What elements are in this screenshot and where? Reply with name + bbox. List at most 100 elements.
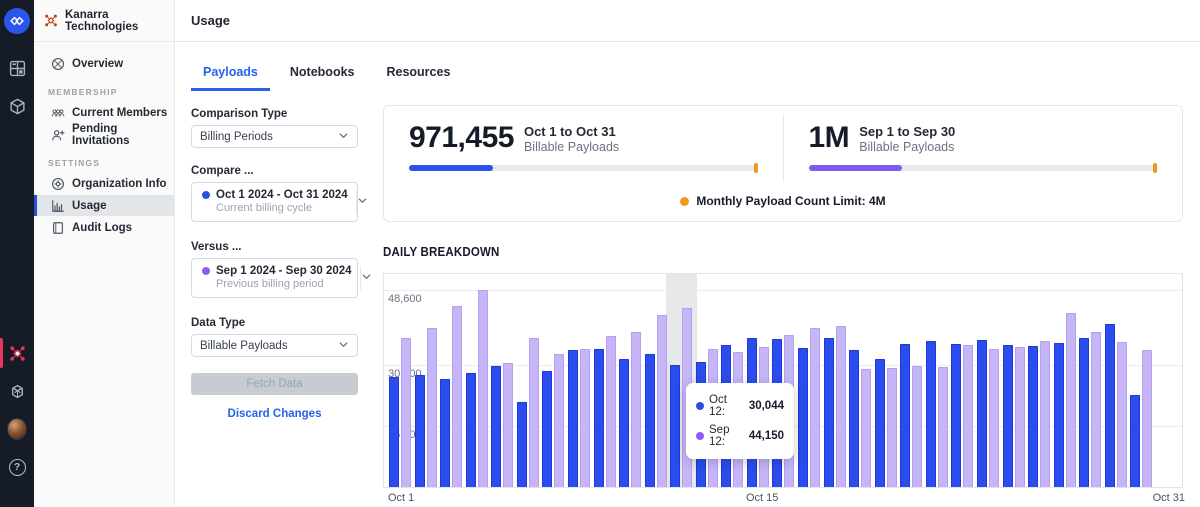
bar-oct-1[interactable] xyxy=(389,377,399,487)
day-slot-oct-30[interactable] xyxy=(1130,274,1156,487)
bar-oct-2[interactable] xyxy=(415,375,425,487)
bar-oct-30[interactable] xyxy=(1130,395,1140,488)
org-network-icon[interactable] xyxy=(7,343,27,363)
bar-oct-19[interactable] xyxy=(849,350,859,487)
bar-sep-7[interactable] xyxy=(554,354,564,487)
day-slot-oct-21[interactable] xyxy=(900,274,926,487)
bar-sep-28[interactable] xyxy=(1091,332,1101,487)
day-slot-oct-22[interactable] xyxy=(926,274,952,487)
day-slot-oct-29[interactable] xyxy=(1105,274,1131,487)
org-header[interactable]: Kanarra Technologies xyxy=(34,0,174,42)
bar-sep-5[interactable] xyxy=(503,363,513,487)
comparison-type-select[interactable]: Billing Periods xyxy=(191,125,358,148)
bar-sep-18[interactable] xyxy=(836,326,846,487)
bar-sep-27[interactable] xyxy=(1066,313,1076,487)
bar-sep-10[interactable] xyxy=(631,332,641,487)
sidebar-item-overview[interactable]: Overview xyxy=(34,53,174,74)
workspace-grid-icon[interactable] xyxy=(7,58,27,78)
bar-sep-4[interactable] xyxy=(478,290,488,487)
bar-oct-25[interactable] xyxy=(1003,345,1013,487)
versus-select[interactable]: Sep 1 2024 - Sep 30 2024 Previous billin… xyxy=(191,258,358,298)
day-slot-oct-27[interactable] xyxy=(1054,274,1080,487)
tab-resources[interactable]: Resources xyxy=(374,60,462,91)
day-slot-oct-3[interactable] xyxy=(440,274,466,487)
bar-oct-5[interactable] xyxy=(491,366,501,487)
day-slot-oct-26[interactable] xyxy=(1028,274,1054,487)
bar-oct-21[interactable] xyxy=(900,344,910,487)
day-slot-oct-18[interactable] xyxy=(824,274,850,487)
day-slot-oct-9[interactable] xyxy=(594,274,620,487)
bar-oct-6[interactable] xyxy=(517,402,527,487)
bar-sep-23[interactable] xyxy=(963,345,973,487)
data-type-select[interactable]: Billable Payloads xyxy=(191,334,358,357)
bar-oct-8[interactable] xyxy=(568,350,578,487)
bar-oct-23[interactable] xyxy=(951,344,961,487)
bar-oct-11[interactable] xyxy=(645,354,655,487)
sidebar-item-organization-info[interactable]: Organization Info xyxy=(34,173,174,194)
overview-icon xyxy=(51,57,65,71)
usage-summary-card: 971,455 Oct 1 to Oct 31 Billable Payload… xyxy=(383,105,1183,222)
sidebar-item-pending-invitations[interactable]: Pending Invitations xyxy=(34,124,174,145)
day-slot-oct-4[interactable] xyxy=(466,274,492,487)
day-slot-oct-17[interactable] xyxy=(798,274,824,487)
bar-sep-3[interactable] xyxy=(452,306,462,487)
bar-sep-2[interactable] xyxy=(427,328,437,487)
bar-sep-21[interactable] xyxy=(912,366,922,487)
bar-sep-30[interactable] xyxy=(1142,350,1152,487)
bar-oct-20[interactable] xyxy=(875,359,885,487)
day-slot-oct-2[interactable] xyxy=(415,274,441,487)
day-slot-oct-24[interactable] xyxy=(977,274,1003,487)
day-slot-oct-7[interactable] xyxy=(542,274,568,487)
app-logo[interactable] xyxy=(4,8,30,34)
day-slot-oct-23[interactable] xyxy=(951,274,977,487)
bar-oct-18[interactable] xyxy=(824,338,834,487)
day-slot-oct-19[interactable] xyxy=(849,274,875,487)
bar-oct-24[interactable] xyxy=(977,340,987,487)
bar-sep-20[interactable] xyxy=(887,368,897,487)
bar-oct-22[interactable] xyxy=(926,341,936,487)
bar-oct-4[interactable] xyxy=(466,373,476,487)
bar-oct-29[interactable] xyxy=(1105,324,1115,488)
bar-oct-26[interactable] xyxy=(1028,346,1038,487)
discard-changes-link[interactable]: Discard Changes xyxy=(191,408,358,420)
compare-select[interactable]: Oct 1 2024 - Oct 31 2024 Current billing… xyxy=(191,182,358,222)
bar-sep-6[interactable] xyxy=(529,338,539,487)
tab-payloads[interactable]: Payloads xyxy=(191,60,270,91)
bar-sep-1[interactable] xyxy=(401,338,411,487)
bar-oct-7[interactable] xyxy=(542,371,552,487)
bar-sep-24[interactable] xyxy=(989,349,999,487)
bar-oct-12[interactable] xyxy=(670,365,680,487)
bar-sep-9[interactable] xyxy=(606,336,616,487)
day-slot-oct-1[interactable] xyxy=(389,274,415,487)
bar-oct-28[interactable] xyxy=(1079,338,1089,487)
package-icon[interactable] xyxy=(7,96,27,116)
help-icon[interactable]: ? xyxy=(7,457,27,477)
bar-sep-25[interactable] xyxy=(1015,347,1025,487)
sidebar-item-audit-logs[interactable]: Audit Logs xyxy=(34,217,174,238)
bar-sep-11[interactable] xyxy=(657,315,667,487)
tab-notebooks[interactable]: Notebooks xyxy=(278,60,367,91)
bar-sep-17[interactable] xyxy=(810,328,820,487)
sidebar-item-current-members[interactable]: Current Members xyxy=(34,102,174,123)
bar-sep-26[interactable] xyxy=(1040,341,1050,487)
day-slot-oct-28[interactable] xyxy=(1079,274,1105,487)
day-slot-oct-25[interactable] xyxy=(1003,274,1029,487)
bar-oct-17[interactable] xyxy=(798,348,808,487)
bar-oct-10[interactable] xyxy=(619,359,629,487)
storage-box-icon[interactable] xyxy=(7,381,27,401)
bar-sep-19[interactable] xyxy=(861,369,871,487)
bar-oct-9[interactable] xyxy=(594,349,604,487)
bar-oct-27[interactable] xyxy=(1054,343,1064,487)
day-slot-oct-5[interactable] xyxy=(491,274,517,487)
bar-sep-29[interactable] xyxy=(1117,342,1127,487)
fetch-data-button[interactable]: Fetch Data xyxy=(191,373,358,395)
day-slot-oct-8[interactable] xyxy=(568,274,594,487)
bar-sep-8[interactable] xyxy=(580,349,590,487)
bar-sep-22[interactable] xyxy=(938,367,948,487)
sidebar-item-usage[interactable]: Usage xyxy=(34,195,174,216)
day-slot-oct-20[interactable] xyxy=(875,274,901,487)
day-slot-oct-10[interactable] xyxy=(619,274,645,487)
user-avatar[interactable] xyxy=(7,419,27,439)
bar-oct-3[interactable] xyxy=(440,379,450,487)
day-slot-oct-6[interactable] xyxy=(517,274,543,487)
